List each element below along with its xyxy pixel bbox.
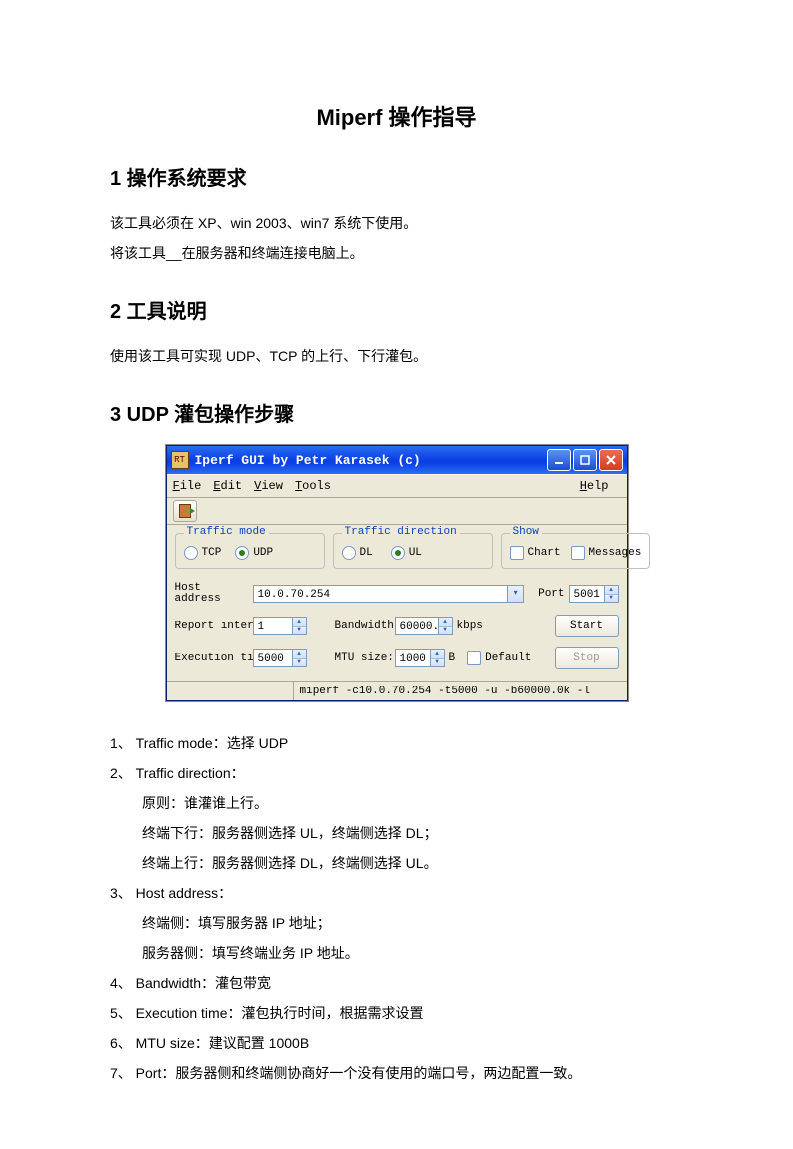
- status-command: miperf -c10.0.70.254 -t5000 -u -b60000.0…: [294, 686, 621, 697]
- window-title: Iperf GUI by Petr Karasek (c): [195, 454, 545, 467]
- port-spinner[interactable]: ▲▼: [605, 585, 619, 603]
- list-item: 6、 MTU size：建议配置 1000B: [110, 1029, 683, 1057]
- radio-dl[interactable]: DL: [342, 546, 373, 560]
- stop-button[interactable]: Stop: [555, 647, 619, 669]
- list-subitem: 原则：谁灌谁上行。: [110, 789, 683, 817]
- group-legend: Traffic direction: [342, 527, 460, 538]
- menu-file[interactable]: File: [173, 480, 202, 492]
- list-subitem: 终端侧：填写服务器 IP 地址；: [110, 909, 683, 937]
- menubar: File Edit View Tools Help: [167, 474, 627, 498]
- exit-button[interactable]: [173, 500, 197, 522]
- list-subitem: 服务器侧：填写终端业务 IP 地址。: [110, 939, 683, 967]
- bandwidth-unit: kbps: [457, 621, 483, 632]
- list-item: 1、 Traffic mode：选择 UDP: [110, 729, 683, 757]
- client-area: Traffic mode TCP UDP Traffic direction: [167, 525, 627, 681]
- host-label: Host address: [175, 583, 253, 605]
- checkbox-label: Chart: [528, 548, 561, 559]
- page-title: Miperf 操作指导: [110, 100, 683, 132]
- radio-label: UL: [409, 548, 422, 559]
- status-cell-empty: [173, 682, 294, 700]
- list-item: 5、 Execution time：灌包执行时间，根据需求设置: [110, 999, 683, 1027]
- group-legend: Show: [510, 527, 542, 538]
- radio-icon: [184, 546, 198, 560]
- report-label: Report interv:: [175, 621, 253, 632]
- checkbox-icon: [510, 546, 524, 560]
- bandwidth-spinner[interactable]: ▲▼: [439, 617, 453, 635]
- radio-label: TCP: [202, 548, 222, 559]
- app-icon: RT: [171, 451, 189, 469]
- report-input[interactable]: 1: [253, 617, 293, 635]
- host-dropdown-button[interactable]: ▾: [508, 585, 524, 603]
- traffic-direction-group: Traffic direction DL UL: [333, 533, 493, 569]
- list-item: 7、 Port：服务器侧和终端侧协商好一个没有使用的端口号，两边配置一致。: [110, 1059, 683, 1087]
- section-heading-3: 3 UDP 灌包操作步骤: [110, 398, 683, 427]
- radio-label: DL: [360, 548, 373, 559]
- exec-label: Execution tim: [175, 653, 253, 664]
- list-item: 4、 Bandwidth：灌包带宽: [110, 969, 683, 997]
- mtu-label: MTU size:: [335, 653, 395, 664]
- menu-view[interactable]: View: [254, 480, 283, 492]
- port-input[interactable]: 5001: [569, 585, 605, 603]
- maximize-button[interactable]: [573, 449, 597, 471]
- checkbox-default[interactable]: Default: [467, 651, 531, 665]
- bandwidth-label: Bandwidth:: [335, 621, 395, 632]
- group-legend: Traffic mode: [184, 527, 269, 538]
- radio-ul[interactable]: UL: [391, 546, 422, 560]
- list-subitem: 终端下行：服务器侧选择 UL，终端侧选择 DL；: [110, 819, 683, 847]
- menu-edit[interactable]: Edit: [213, 480, 242, 492]
- report-spinner[interactable]: ▲▼: [293, 617, 307, 635]
- radio-tcp[interactable]: TCP: [184, 546, 222, 560]
- bandwidth-input[interactable]: 60000.: [395, 617, 439, 635]
- exec-input[interactable]: 5000: [253, 649, 293, 667]
- checkbox-chart[interactable]: Chart: [510, 546, 561, 560]
- statusbar: miperf -c10.0.70.254 -t5000 -u -b60000.0…: [167, 681, 627, 700]
- start-button[interactable]: Start: [555, 615, 619, 637]
- titlebar: RT Iperf GUI by Petr Karasek (c): [167, 446, 627, 474]
- menu-help[interactable]: Help: [580, 480, 609, 492]
- checkbox-label: Default: [485, 653, 531, 664]
- close-button[interactable]: [599, 449, 623, 471]
- exec-spinner[interactable]: ▲▼: [293, 649, 307, 667]
- paragraph: 该工具必须在 XP、win 2003、win7 系统下使用。: [110, 209, 683, 237]
- checkbox-icon: [467, 651, 481, 665]
- list-item: 3、 Host address：: [110, 879, 683, 907]
- radio-label: UDP: [253, 548, 273, 559]
- app-window: RT Iperf GUI by Petr Karasek (c) File Ed…: [166, 445, 628, 701]
- host-input[interactable]: 10.0.70.254: [253, 585, 509, 603]
- mtu-unit: B: [449, 653, 456, 664]
- paragraph: 使用该工具可实现 UDP、TCP 的上行、下行灌包。: [110, 342, 683, 370]
- minimize-icon: [554, 455, 564, 465]
- checkbox-messages[interactable]: Messages: [571, 546, 642, 560]
- minimize-button[interactable]: [547, 449, 571, 471]
- list-item: 2、 Traffic direction：: [110, 759, 683, 787]
- radio-icon: [391, 546, 405, 560]
- mtu-spinner[interactable]: ▲▼: [431, 649, 445, 667]
- checkbox-label: Messages: [589, 548, 642, 559]
- port-label: Port: [538, 589, 564, 600]
- maximize-icon: [580, 455, 590, 465]
- traffic-mode-group: Traffic mode TCP UDP: [175, 533, 325, 569]
- radio-udp[interactable]: UDP: [235, 546, 273, 560]
- toolbar: [167, 498, 627, 525]
- mtu-input[interactable]: 1000: [395, 649, 431, 667]
- checkbox-icon: [571, 546, 585, 560]
- radio-icon: [342, 546, 356, 560]
- list-subitem: 终端上行：服务器侧选择 DL，终端侧选择 UL。: [110, 849, 683, 877]
- radio-icon: [235, 546, 249, 560]
- paragraph: 将该工具__在服务器和终端连接电脑上。: [110, 239, 683, 267]
- show-group: Show Chart Messages: [501, 533, 651, 569]
- door-exit-icon: [179, 504, 191, 518]
- close-icon: [606, 455, 616, 465]
- section-heading-1: 1 操作系统要求: [110, 162, 683, 191]
- menu-tools[interactable]: Tools: [295, 480, 331, 492]
- section-heading-2: 2 工具说明: [110, 295, 683, 324]
